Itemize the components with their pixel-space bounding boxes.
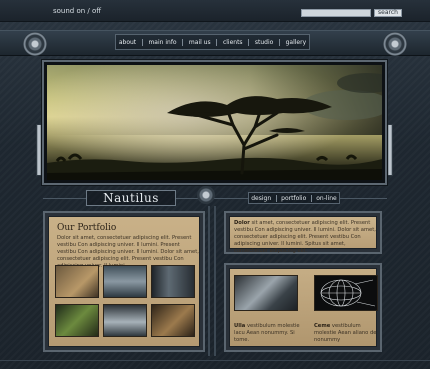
portfolio-thumbnail[interactable] — [55, 304, 99, 337]
portfolio-panel: Our Portfolio Dolor sit amet, consectetu… — [43, 211, 205, 352]
bottom-divider — [0, 360, 430, 361]
top-bar: sound on / off search — [0, 0, 430, 22]
features-panel-body: Ulla vestibulum molestie lacu Aean nonum… — [229, 268, 378, 347]
nav-item-studio[interactable]: studio — [255, 39, 273, 46]
features-panel: Ulla vestibulum molestie lacu Aean nonum… — [224, 263, 382, 352]
nav-separator — [275, 194, 277, 202]
brand-logo[interactable]: Nautilus — [86, 190, 176, 206]
feature-lead: Ceme — [314, 323, 331, 329]
nav-item-gallery[interactable]: gallery — [286, 39, 307, 46]
feature-image-wireframe[interactable] — [314, 275, 378, 311]
divider-line — [43, 198, 86, 199]
intro-panel: Dolor sit amet, consectetuer adipiscing … — [224, 211, 382, 254]
intro-lead: Dolor — [234, 220, 250, 226]
gear-ornament-left-icon — [23, 32, 47, 56]
nav-separator — [141, 38, 143, 46]
wireframe-sphere-illustration — [320, 279, 376, 307]
portfolio-thumbnail[interactable] — [151, 265, 195, 298]
nav-separator — [182, 38, 184, 46]
sublink-online[interactable]: on-line — [316, 195, 336, 202]
hero-image-frame — [42, 60, 387, 185]
right-rail-ornament — [387, 124, 393, 176]
nav-separator — [216, 38, 218, 46]
intro-panel-body: Dolor sit amet, consectetuer adipiscing … — [229, 216, 377, 254]
nav-separator — [310, 194, 312, 202]
nav-separator — [248, 38, 250, 46]
sublink-portfolio[interactable]: portfolio — [281, 195, 306, 202]
acacia-tree-illustration — [47, 65, 382, 180]
hero-savanna-image — [47, 65, 382, 180]
portfolio-thumbnail[interactable] — [103, 265, 147, 298]
feature-text-right: Ceme vestibulum molestie Aean aliano de … — [314, 323, 382, 344]
nav-item-main-info[interactable]: main info — [148, 39, 176, 46]
divider-line — [340, 198, 387, 199]
nav-item-mail-us[interactable]: mail us — [189, 39, 211, 46]
feature-image-engine[interactable] — [234, 275, 298, 311]
feature-lead: Ulla — [234, 323, 246, 329]
main-navigation: about main info mail us clients studio g… — [115, 34, 310, 50]
feature-text-left: Ulla vestibulum molestie lacu Aean nonum… — [234, 323, 302, 344]
portfolio-thumbnail[interactable] — [151, 304, 195, 337]
sound-toggle-link[interactable]: sound on / off — [53, 7, 101, 15]
portfolio-thumbnail[interactable] — [55, 265, 99, 298]
center-pipe — [214, 206, 216, 356]
intro-body: sit amet, consectetuer adipiscing elit. … — [234, 220, 376, 254]
nav-item-about[interactable]: about — [119, 39, 136, 46]
secondary-navigation: design portfolio on-line — [248, 192, 340, 204]
intro-text: Dolor sit amet, consectetuer adipiscing … — [234, 220, 376, 255]
portfolio-thumbnail[interactable] — [103, 304, 147, 337]
portfolio-panel-body: Our Portfolio Dolor sit amet, consectetu… — [48, 216, 200, 347]
sublink-design[interactable]: design — [251, 195, 271, 202]
nav-item-clients[interactable]: clients — [223, 39, 243, 46]
search-input[interactable] — [301, 9, 371, 17]
center-gear-icon — [197, 186, 215, 204]
portfolio-title: Our Portfolio — [57, 223, 117, 233]
gear-ornament-right-icon — [383, 32, 407, 56]
nav-separator — [278, 38, 280, 46]
center-pipe — [208, 206, 210, 356]
search-button[interactable]: search — [374, 9, 402, 17]
